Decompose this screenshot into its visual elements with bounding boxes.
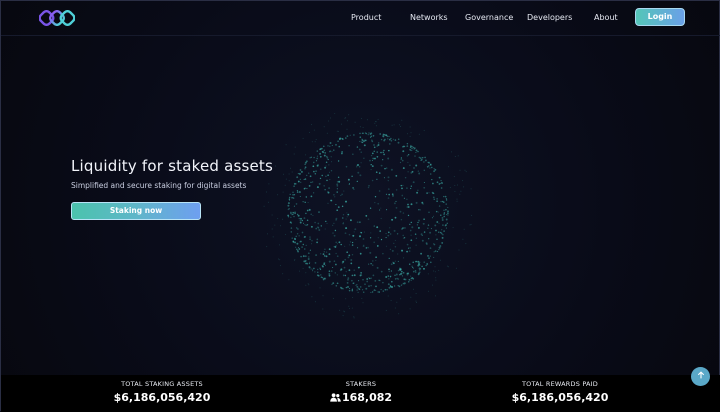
stat-label: TOTAL STAKING ASSETS [121,380,203,388]
stat-value: $6,186,056,420 [511,391,609,404]
stat-total-staking-assets: TOTAL STAKING ASSETS $6,186,056,420 [103,380,221,404]
hero-title: Liquidity for staked assets [71,157,274,175]
stat-value: 168,082 [341,391,393,404]
users-icon [330,393,341,402]
nav-product[interactable]: Product [351,13,381,22]
stat-total-rewards-paid: TOTAL REWARDS PAID $6,186,056,420 [501,380,619,404]
scroll-to-top-button[interactable] [691,367,710,386]
main-nav: Product Networks Governance Developers A… [1,13,720,27]
stat-stakers: STAKERS 168,082 [321,380,401,404]
arrow-up-icon [697,371,704,379]
page: Product Networks Governance Developers A… [0,0,720,412]
login-button[interactable]: Login [635,8,685,26]
stat-label: STAKERS [345,380,377,388]
nav-about[interactable]: About [594,13,618,22]
nav-developers[interactable]: Developers [527,13,572,22]
stat-label: TOTAL REWARDS PAID [521,380,598,388]
stat-value-wrap: 168,082 [321,391,401,404]
nav-governance[interactable]: Governance [465,13,513,22]
stats-bar: TOTAL STAKING ASSETS $6,186,056,420 STAK… [1,375,720,412]
nav-networks[interactable]: Networks [410,13,448,22]
particle-sphere [263,113,473,319]
stat-value: $6,186,056,420 [113,391,211,404]
header: Product Networks Governance Developers A… [1,1,720,35]
staking-now-button[interactable]: Staking now [71,202,201,220]
header-divider [1,35,720,36]
hero-subtitle: Simplified and secure staking for digita… [71,181,247,190]
